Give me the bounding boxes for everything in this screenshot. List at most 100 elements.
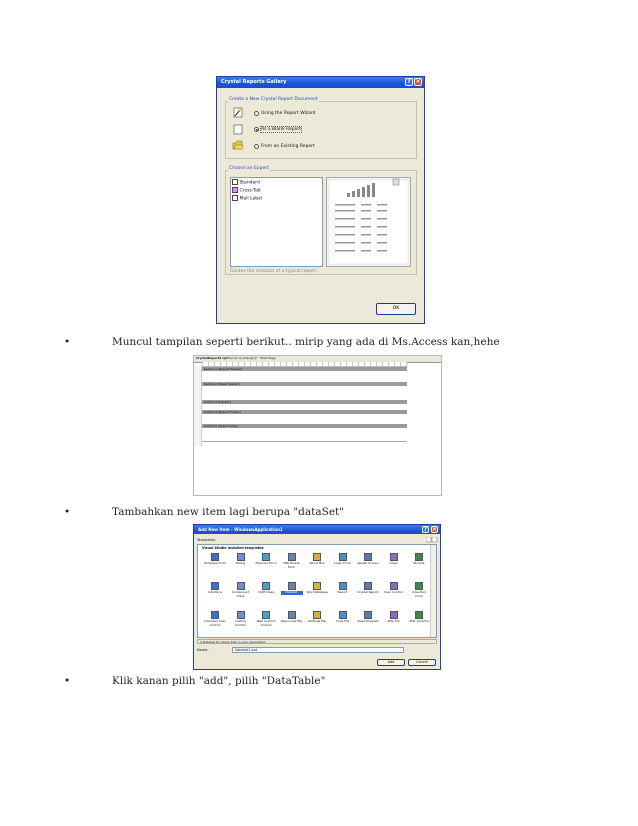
view-toggle-icons[interactable] (426, 537, 438, 543)
designer-left-ruler (194, 366, 202, 446)
section-report-header-area (202, 371, 407, 381)
mail-label-icon (232, 195, 238, 201)
template-item-user-control[interactable]: User Control (383, 582, 405, 608)
template-icon (338, 553, 347, 561)
wand-icon (233, 107, 243, 118)
template-item-module[interactable]: Module (408, 553, 430, 579)
radio-report-wizard[interactable] (254, 111, 259, 116)
radio-existing-report[interactable] (254, 144, 259, 149)
radio-blank-report[interactable] (254, 127, 259, 132)
template-icon (415, 582, 423, 590)
expert-description: Guides the creation of a typical report. (230, 269, 318, 274)
bullet-text-1: Muncul tampilan seperti berikut.. mirip … (112, 336, 500, 348)
close-icon[interactable]: × (431, 526, 438, 533)
template-item-com-class[interactable]: COM Class (255, 582, 277, 608)
tab-start-page[interactable]: Start Page (260, 356, 276, 360)
add-button[interactable]: Add (377, 659, 405, 666)
name-input[interactable]: DataSet1.xsd (232, 647, 404, 653)
template-label: Class (389, 561, 398, 565)
template-label: Module (413, 561, 425, 565)
description-box: A DataSet for using data in your applica… (197, 639, 437, 644)
help-icon[interactable]: ? (405, 78, 413, 86)
cancel-button[interactable]: Cancel (408, 659, 436, 666)
bullet-icon: • (64, 506, 71, 518)
template-item-code-file[interactable]: Code File (332, 611, 354, 637)
template-label: Windows Form (204, 561, 226, 565)
template-label: Explorer Form (255, 561, 277, 565)
template-icon (415, 611, 423, 619)
expert-mail-label-label: Mail Label (239, 196, 263, 202)
template-label: Crystal Report (357, 590, 379, 594)
template-icon (236, 582, 245, 590)
template-label: XML Schema (409, 619, 429, 623)
template-icon (236, 553, 245, 561)
expert-standard[interactable]: Standard (232, 179, 260, 186)
template-item-inherited-user-control[interactable]: Inherited User Control (204, 611, 226, 637)
template-icon (415, 553, 423, 561)
template-label: SQL Database (306, 590, 328, 594)
template-icon (262, 553, 270, 561)
close-icon[interactable]: × (414, 78, 422, 86)
template-item-component-class[interactable]: Component Class (230, 582, 252, 608)
template-label: MDI Parent Form (283, 561, 300, 569)
name-label: Name: (197, 648, 209, 652)
template-item-crystal-report[interactable]: Crystal Report (357, 582, 379, 608)
template-icon (389, 553, 398, 561)
template-item-interface[interactable]: Interface (204, 582, 226, 608)
gallery-title: Crystal Reports Gallery (221, 79, 287, 85)
template-item-dialog[interactable]: Dialog (230, 553, 252, 579)
template-item-about-box[interactable]: About Box (306, 553, 328, 579)
template-item-custom-control[interactable]: Custom Control (230, 611, 252, 637)
template-label: Interface (208, 590, 222, 594)
template-icon (211, 582, 219, 590)
template-item-settings-file[interactable]: Settings File (306, 611, 328, 637)
template-label: Component Class (231, 590, 250, 598)
template-item-inherited-form[interactable]: Inherited Form (408, 582, 430, 608)
templates-panel[interactable]: Visual Studio installed templates Window… (197, 544, 437, 638)
tab-form-design[interactable]: Form1.vb [Design]* (228, 356, 257, 360)
crystal-reports-gallery-window: Crystal Reports Gallery ? × Create a New… (216, 76, 425, 324)
template-item-explorer-form[interactable]: Explorer Form (255, 553, 277, 579)
section-report-footer-area (202, 414, 407, 423)
template-item-splash-screen[interactable]: Splash Screen (357, 553, 379, 579)
tab-crystal-report[interactable]: CrystalReport1.rpt (196, 356, 228, 360)
add-item-title: Add New Item - WindowsApplication1 (198, 527, 283, 532)
template-icon (389, 611, 398, 619)
name-input-value: DataSet1.xsd (235, 648, 258, 652)
option-existing-report-label: From an Existing Report (261, 144, 315, 149)
template-icon (389, 582, 398, 590)
template-item-report[interactable]: Report (332, 582, 354, 608)
template-item-dataset[interactable]: DataSet (280, 582, 303, 608)
template-icon (338, 582, 347, 590)
ok-button[interactable]: OK (376, 303, 416, 315)
template-icon (313, 582, 321, 590)
template-item-xml-file[interactable]: XML File (383, 611, 405, 637)
template-item-resources-file[interactable]: Resources File (281, 611, 303, 637)
template-icon (313, 553, 321, 561)
bullet-text-3: Klik kanan pilih "add", pilih "DataTable… (112, 675, 326, 687)
template-item-login-form[interactable]: Login Form (332, 553, 354, 579)
template-icon (287, 582, 296, 590)
expert-mail-label[interactable]: Mail Label (232, 195, 262, 202)
template-item-windows-form[interactable]: Windows Form (204, 553, 226, 579)
template-label: Class Diagram (357, 619, 379, 623)
option-blank-report-label: As a Blank Report (260, 126, 302, 133)
template-item-class-diagram[interactable]: Class Diagram (357, 611, 379, 637)
help-icon[interactable]: ? (422, 526, 429, 533)
expert-group-label: Choose an Expert (228, 166, 270, 171)
template-item-mdi-parent-form[interactable]: MDI Parent Form (281, 553, 303, 579)
template-item-xml-schema[interactable]: XML Schema (408, 611, 430, 637)
template-label: About Box (309, 561, 325, 565)
report-preview-graphic (327, 178, 410, 266)
template-label: Splash Screen (357, 561, 379, 565)
create-group-label: Create a New Crystal Report Document (228, 97, 319, 102)
expert-cross-tab[interactable]: Cross-Tab (232, 187, 261, 194)
description-text: A DataSet for using data in your applica… (200, 640, 266, 644)
template-icon (262, 582, 270, 590)
template-item-web-custom-control[interactable]: Web Custom Control (255, 611, 277, 637)
template-label: Dialog (235, 561, 246, 565)
template-item-sql-database[interactable]: SQL Database (306, 582, 328, 608)
template-icon (262, 611, 270, 619)
open-folder-icon (232, 140, 244, 150)
template-item-class[interactable]: Class (383, 553, 405, 579)
